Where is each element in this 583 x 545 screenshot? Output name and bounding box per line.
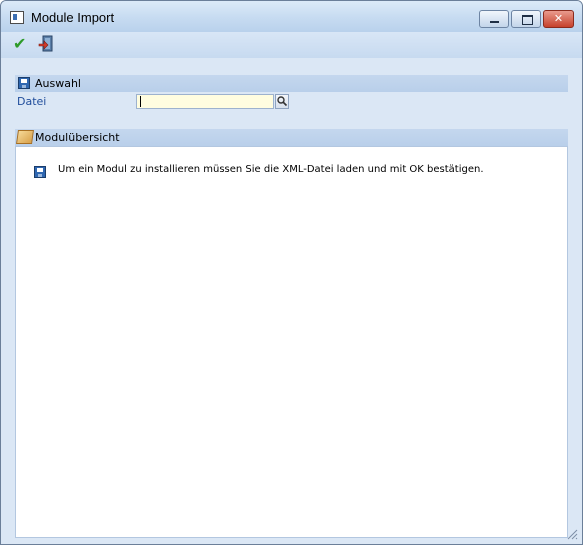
maximize-icon xyxy=(522,15,533,25)
module-import-window: Module Import ✕ ✔ Auswahl Datei Modulübe… xyxy=(0,0,583,545)
ok-checkmark-icon[interactable]: ✔ xyxy=(13,35,31,53)
floppy-disk-icon xyxy=(34,166,46,178)
exit-door-icon[interactable] xyxy=(38,35,56,53)
browse-file-button[interactable] xyxy=(275,94,289,109)
section-title-auswahl: Auswahl xyxy=(35,77,81,90)
datei-label: Datei xyxy=(17,95,47,108)
application-icon xyxy=(10,11,24,24)
text-caret xyxy=(140,96,141,107)
module-overview-area: Um ein Modul zu installieren müssen Sie … xyxy=(15,146,568,538)
section-title-moduluebersicht: Modulübersicht xyxy=(35,131,120,144)
section-header-moduluebersicht: Modulübersicht xyxy=(15,129,568,146)
magnifier-icon xyxy=(277,96,288,107)
minimize-icon xyxy=(490,21,499,23)
title-bar[interactable]: Module Import ✕ xyxy=(1,1,582,32)
info-text: Um ein Modul zu installieren müssen Sie … xyxy=(58,164,484,175)
window-title: Module Import xyxy=(31,10,115,25)
close-button[interactable]: ✕ xyxy=(543,10,574,28)
resize-grip-icon[interactable] xyxy=(566,528,578,540)
floppy-disk-icon xyxy=(18,77,30,89)
maximize-button[interactable] xyxy=(511,10,541,28)
close-icon: ✕ xyxy=(553,12,564,25)
toolbar: ✔ xyxy=(1,32,582,58)
datei-input[interactable] xyxy=(136,94,274,109)
main-panel: Auswahl Datei Modulübersicht Um ein Modu… xyxy=(1,58,582,544)
package-box-icon xyxy=(16,130,34,144)
section-header-auswahl: Auswahl xyxy=(15,75,568,92)
minimize-button[interactable] xyxy=(479,10,509,28)
